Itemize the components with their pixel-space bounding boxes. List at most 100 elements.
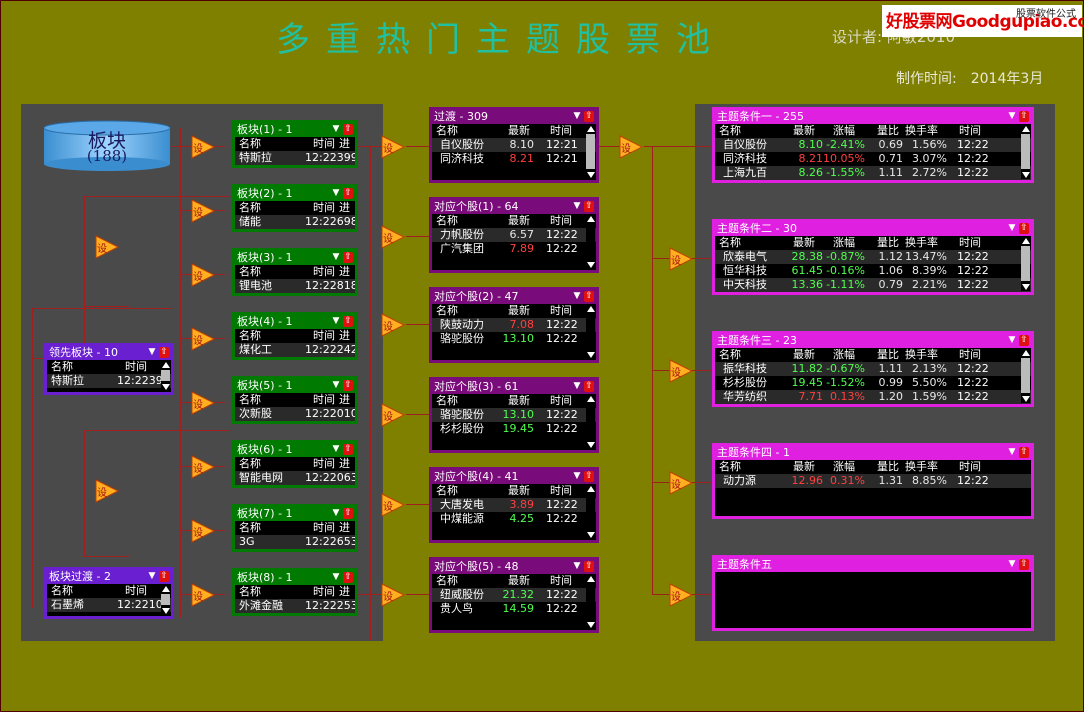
scroll-up-icon[interactable]	[162, 362, 170, 368]
window-title-bar[interactable]: 板块(2) - 1 ▼ ⇧	[235, 187, 355, 201]
flow-arrow-icon[interactable]: 设	[190, 326, 216, 352]
dropdown-icon[interactable]: ▼	[331, 316, 341, 327]
pin-up-icon[interactable]: ⇧	[343, 508, 353, 519]
dropdown-icon[interactable]: ▼	[331, 252, 341, 263]
dropdown-icon[interactable]: ▼	[331, 444, 341, 455]
scrollbar[interactable]	[586, 124, 595, 179]
table-row[interactable]: 欣泰电气 28.38 -0.87% 1.12 13.47% 12:22	[715, 250, 1031, 264]
pin-up-icon[interactable]: ⇧	[1019, 335, 1029, 346]
pin-up-icon[interactable]: ⇧	[584, 471, 594, 482]
scrollbar-track[interactable]	[586, 134, 595, 169]
table-row[interactable]: 外滩金融 12:22253	[235, 599, 355, 613]
scroll-up-icon[interactable]	[1022, 350, 1030, 356]
scrollbar[interactable]	[586, 574, 595, 629]
leading-sector-panel[interactable]: 领先板块 - 10 ▼ ⇧ 名称 时间 特斯拉 12:2239	[44, 343, 174, 395]
flow-arrow-icon[interactable]: 设	[380, 224, 406, 250]
pin-up-icon[interactable]: ⇧	[343, 444, 353, 455]
flow-arrow-icon[interactable]: 设	[380, 492, 406, 518]
table-row[interactable]: 大唐发电 3.89 12:22	[432, 498, 596, 512]
table-row[interactable]: 贵人鸟 14.59 12:22	[432, 602, 596, 616]
scroll-up-icon[interactable]	[587, 576, 595, 582]
dropdown-icon[interactable]: ▼	[331, 380, 341, 391]
window-title-bar[interactable]: 板块(8) - 1 ▼ ⇧	[235, 571, 355, 585]
flow-arrow-icon[interactable]: 设	[190, 518, 216, 544]
scrollbar[interactable]	[586, 214, 595, 269]
window-title-bar[interactable]: 主题条件四 - 1 ▼ ⇧	[715, 446, 1031, 460]
window-title-bar[interactable]: 主题条件二 - 30 ▼ ⇧	[715, 222, 1031, 236]
scroll-down-icon[interactable]	[587, 532, 595, 538]
flow-arrow-icon[interactable]: 设	[190, 134, 216, 160]
table-row[interactable]: 恒华科技 61.45 -0.16% 1.06 8.39% 12:22	[715, 264, 1031, 278]
window-title-bar[interactable]: 对应个股(1) - 64 ▼ ⇧	[432, 200, 596, 214]
flow-arrow-icon[interactable]: 设	[190, 262, 216, 288]
flow-arrow-icon[interactable]: 设	[668, 582, 694, 608]
dropdown-icon[interactable]: ▼	[147, 347, 157, 358]
sector-window[interactable]: 板块(2) - 1 ▼ ⇧ 名称 时间进储能 12:22698	[232, 184, 358, 232]
dropdown-icon[interactable]: ▼	[1007, 223, 1017, 234]
dropdown-icon[interactable]: ▼	[572, 471, 582, 482]
window-title-bar[interactable]: 板块(1) - 1 ▼ ⇧	[235, 123, 355, 137]
pin-up-icon[interactable]: ⇧	[584, 381, 594, 392]
table-row[interactable]: 次新股 12:22010	[235, 407, 355, 421]
sector-transition-panel[interactable]: 板块过渡 - 2 ▼ ⇧ 名称 时间 石墨烯 12:2210	[44, 567, 174, 619]
scrollbar[interactable]	[161, 360, 170, 391]
theme-window[interactable]: 主题条件四 - 1 ▼ ⇧ 名称 最新 涨幅 量比 换手率 时间 动力源 12.96 0.31% 1.3…	[712, 443, 1034, 519]
dropdown-icon[interactable]: ▼	[572, 381, 582, 392]
table-row[interactable]: 华芳纺织 7.71 0.13% 1.20 1.59% 12:22	[715, 390, 1031, 404]
window-title-bar[interactable]: 板块(3) - 1 ▼ ⇧	[235, 251, 355, 265]
flow-arrow-icon[interactable]: 设	[190, 198, 216, 224]
theme-window[interactable]: 主题条件五 ▼ ⇧	[712, 555, 1034, 631]
flow-arrow-icon[interactable]: 设	[190, 582, 216, 608]
scrollbar-track[interactable]	[161, 370, 170, 381]
pin-up-icon[interactable]: ⇧	[584, 561, 594, 572]
table-row[interactable]: 上海九百 8.26 -1.55% 1.11 2.72% 12:22	[715, 166, 1031, 180]
dropdown-icon[interactable]: ▼	[1007, 559, 1017, 570]
pin-up-icon[interactable]: ⇧	[584, 201, 594, 212]
table-row[interactable]: 杉杉股份 19.45 12:22	[432, 422, 596, 436]
pin-up-icon[interactable]: ⇧	[584, 291, 594, 302]
table-row[interactable]: 同济科技 8.21 10.05% 0.71 3.07% 12:22	[715, 152, 1031, 166]
pin-up-icon[interactable]: ⇧	[1019, 223, 1029, 234]
table-row[interactable]: 特斯拉 12:22399	[235, 151, 355, 165]
sector-window[interactable]: 板块(6) - 1 ▼ ⇧ 名称 时间进智能电网 12:22063	[232, 440, 358, 488]
table-row[interactable]: 中天科技 13.36 -1.11% 0.79 2.21% 12:22	[715, 278, 1031, 292]
table-row[interactable]: 自仪股份 8.10 12:21	[432, 138, 596, 152]
flow-arrow-icon[interactable]: 设	[380, 582, 406, 608]
stock-window[interactable]: 对应个股(2) - 47 ▼ ⇧ 名称 最新 时间 陕鼓动力 7.08 12:22 骆驼股份 13.…	[429, 287, 599, 363]
scrollbar[interactable]	[586, 304, 595, 359]
window-title-bar[interactable]: 对应个股(3) - 61 ▼ ⇧	[432, 380, 596, 394]
pin-up-icon[interactable]: ⇧	[159, 347, 169, 358]
table-row[interactable]: 储能 12:22698	[235, 215, 355, 229]
window-title-bar[interactable]: 主题条件一 - 255 ▼ ⇧	[715, 110, 1031, 124]
window-title-bar[interactable]: 过渡 - 309 ▼ ⇧	[432, 110, 596, 124]
scrollbar-track[interactable]	[1021, 358, 1030, 393]
window-title-bar[interactable]: 板块(6) - 1 ▼ ⇧	[235, 443, 355, 457]
flow-arrow-icon[interactable]: 设	[668, 470, 694, 496]
pin-up-icon[interactable]: ⇧	[343, 188, 353, 199]
scroll-up-icon[interactable]	[587, 216, 595, 222]
scrollbar[interactable]	[586, 394, 595, 449]
pin-up-icon[interactable]: ⇧	[1019, 447, 1029, 458]
dropdown-icon[interactable]: ▼	[572, 201, 582, 212]
pin-up-icon[interactable]: ⇧	[1019, 559, 1029, 570]
theme-window[interactable]: 主题条件一 - 255 ▼ ⇧ 名称 最新 涨幅 量比 换手率 时间 自仪股份 8.10 -2.41%…	[712, 107, 1034, 183]
window-title-bar[interactable]: 主题条件三 - 23 ▼ ⇧	[715, 334, 1031, 348]
flow-arrow-icon[interactable]: 设	[94, 234, 120, 260]
table-row[interactable]: 动力源 12.96 0.31% 1.31 8.85% 12:22	[715, 474, 1031, 488]
table-row[interactable]: 3G 12:22653	[235, 535, 355, 549]
dropdown-icon[interactable]: ▼	[331, 508, 341, 519]
pin-up-icon[interactable]: ⇧	[584, 111, 594, 122]
pin-up-icon[interactable]: ⇧	[343, 316, 353, 327]
scroll-up-icon[interactable]	[587, 126, 595, 132]
scroll-down-icon[interactable]	[1022, 172, 1030, 178]
window-title-bar[interactable]: 对应个股(4) - 41 ▼ ⇧	[432, 470, 596, 484]
scroll-up-icon[interactable]	[1022, 238, 1030, 244]
scroll-down-icon[interactable]	[1022, 396, 1030, 402]
table-row[interactable]: 特斯拉 12:2239	[47, 374, 171, 388]
table-row[interactable]: 同济科技 8.21 12:21	[432, 152, 596, 166]
sector-window[interactable]: 板块(8) - 1 ▼ ⇧ 名称 时间进外滩金融 12:22253	[232, 568, 358, 616]
sector-window[interactable]: 板块(7) - 1 ▼ ⇧ 名称 时间进 3G 12:22653	[232, 504, 358, 552]
flow-arrow-icon[interactable]: 设	[380, 134, 406, 160]
scrollbar[interactable]	[1021, 348, 1030, 403]
stock-window[interactable]: 对应个股(1) - 64 ▼ ⇧ 名称 最新 时间 力帆股份 6.57 12:22 广汽集团 7.8…	[429, 197, 599, 273]
